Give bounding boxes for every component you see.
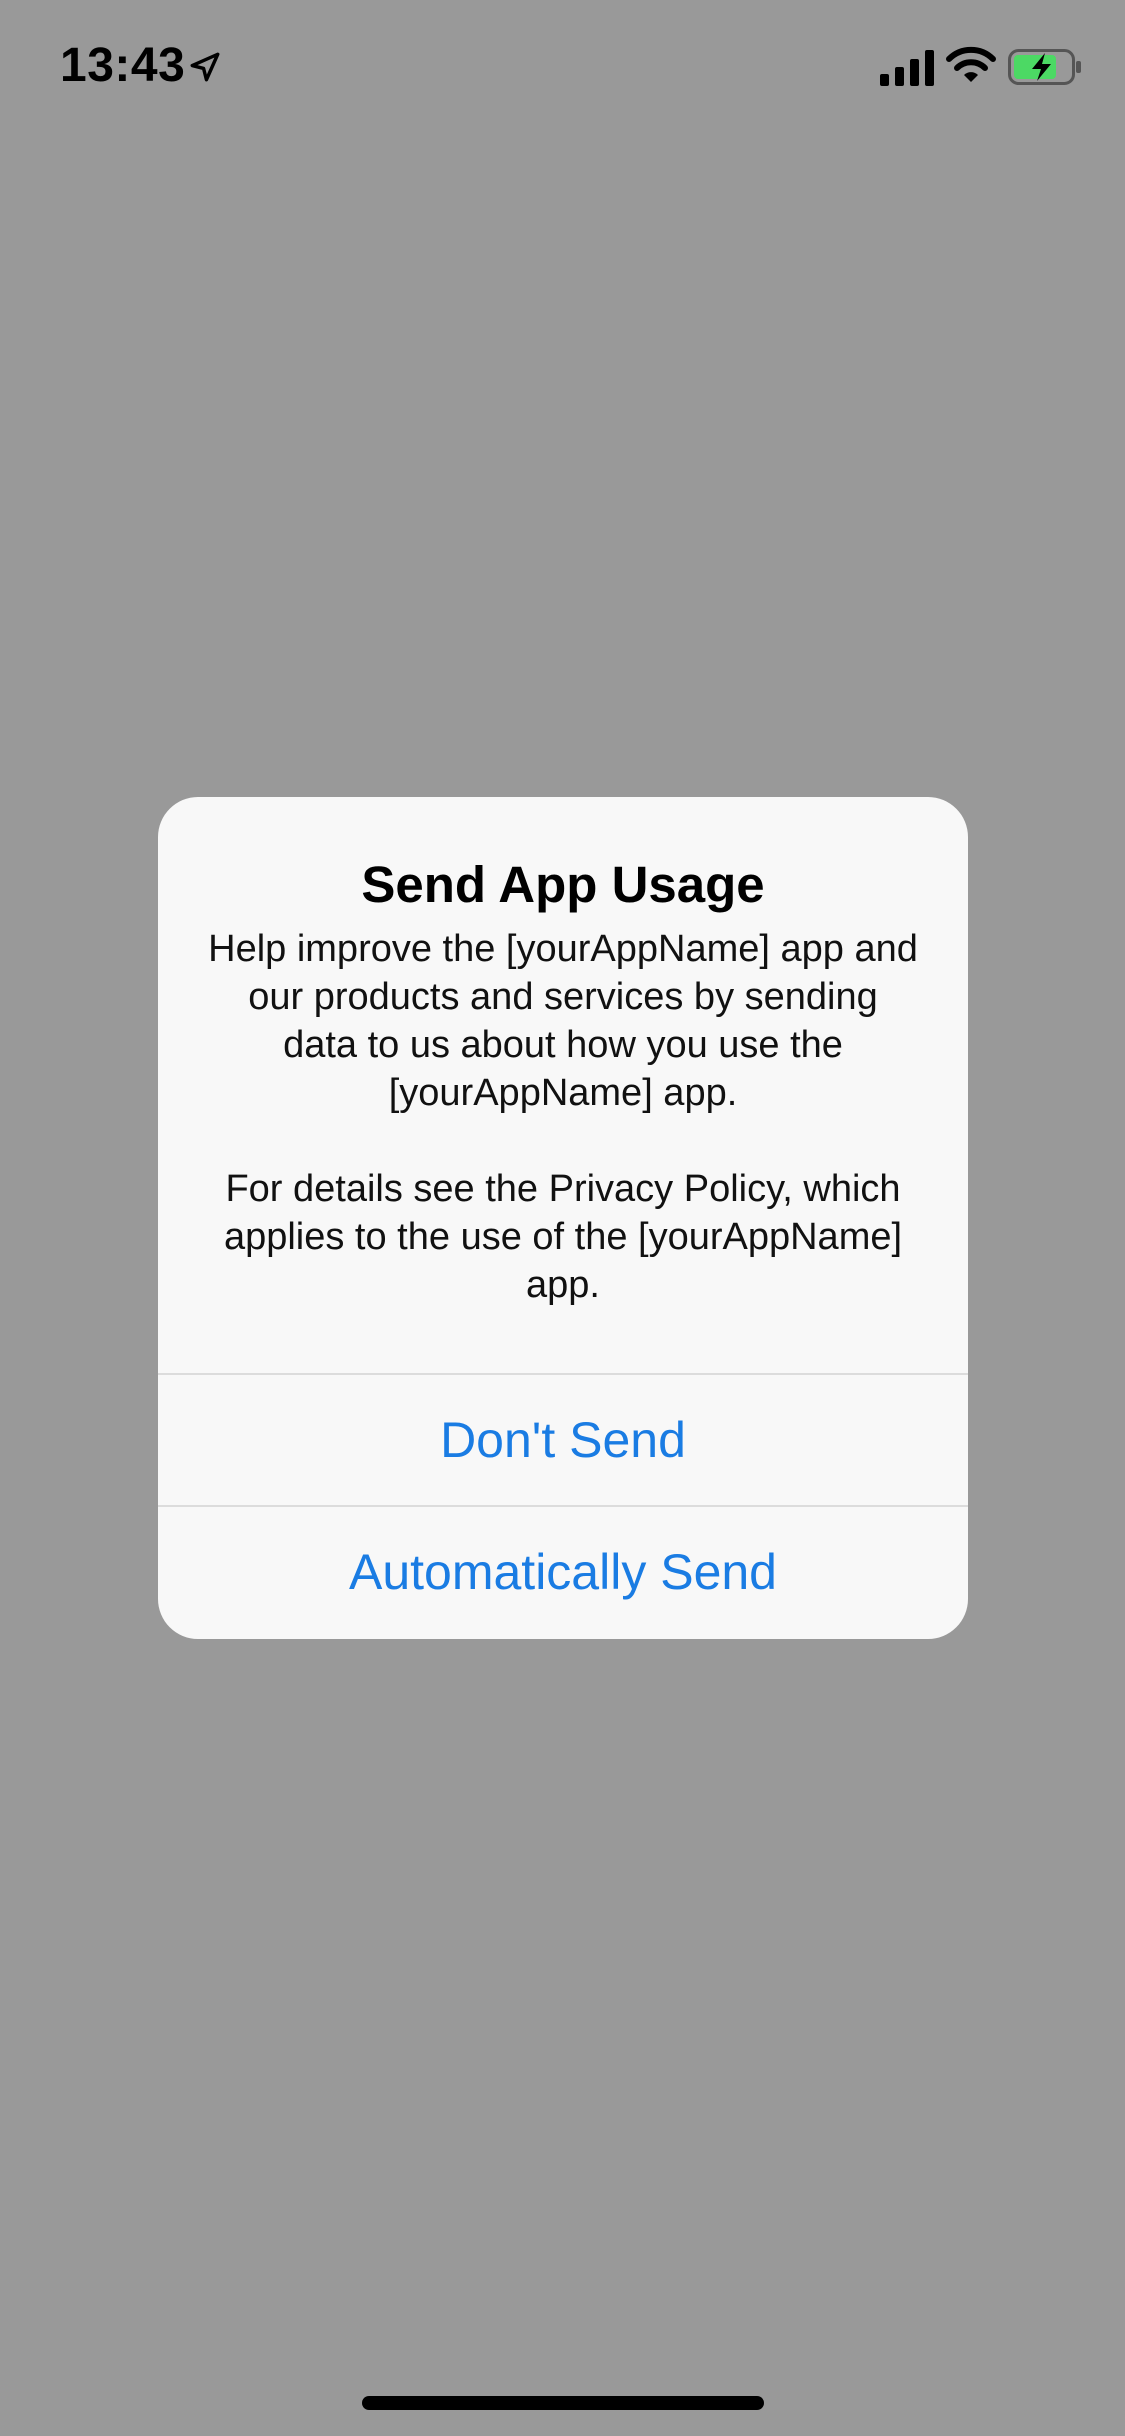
battery-charging-icon	[1008, 49, 1081, 85]
cellular-signal-icon	[880, 50, 934, 86]
status-bar: 13:43	[0, 0, 1125, 132]
wifi-icon	[946, 46, 996, 82]
dont-send-button[interactable]: Don't Send	[158, 1375, 968, 1505]
alert-message-paragraph: Help improve the [yourAppName] app and o…	[208, 928, 918, 1114]
send-app-usage-alert: Send App Usage Help improve the [yourApp…	[158, 797, 968, 1639]
location-arrow-icon	[190, 52, 220, 82]
alert-message-paragraph: For details see the Privacy Policy, whic…	[223, 1168, 903, 1306]
alert-message: Help improve the [yourAppName] app and o…	[208, 925, 918, 1309]
automatically-send-button[interactable]: Automatically Send	[158, 1507, 968, 1637]
status-time: 13:43	[60, 39, 186, 92]
alert-title: Send App Usage	[361, 856, 765, 913]
home-indicator[interactable]	[362, 2396, 764, 2410]
